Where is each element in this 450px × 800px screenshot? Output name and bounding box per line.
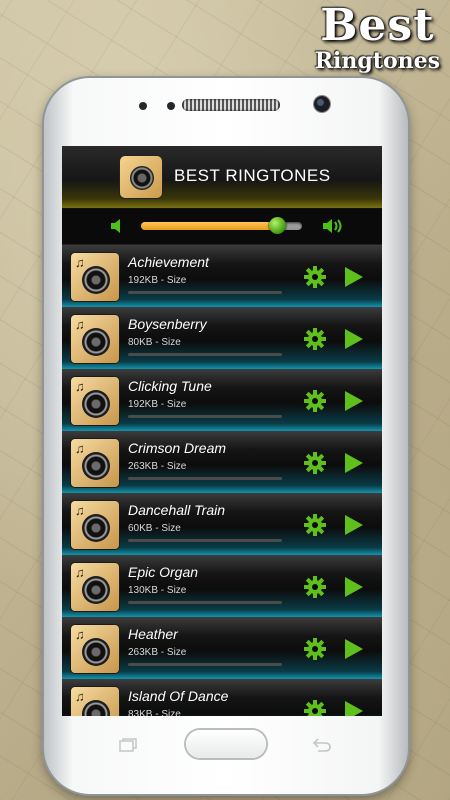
ringtone-name: Island Of Dance xyxy=(128,688,229,704)
ringtone-list-item[interactable]: ♫ Heather 263KB - Size xyxy=(62,617,382,679)
app-screen: BEST RINGTONES ♫ Achievement 192KB - Siz… xyxy=(62,146,382,716)
speaker-icon xyxy=(82,266,110,294)
brand-title: Best xyxy=(320,0,435,51)
speaker-icon xyxy=(82,514,110,542)
ringtone-size: 60KB - Size xyxy=(128,523,181,534)
ringtone-progress-bar xyxy=(128,539,282,542)
ringtone-name: Crimson Dream xyxy=(128,440,227,456)
ringtone-artwork: ♫ xyxy=(71,563,119,611)
ringtone-progress-bar xyxy=(128,477,282,480)
gear-icon[interactable] xyxy=(303,327,327,351)
gear-icon[interactable] xyxy=(303,637,327,661)
play-icon[interactable] xyxy=(343,637,365,661)
volume-slider-fill xyxy=(141,222,278,230)
ringtone-list-item[interactable]: ♫ Island Of Dance 83KB - Size xyxy=(62,679,382,716)
play-icon[interactable] xyxy=(343,389,365,413)
sensor-dot xyxy=(139,102,147,110)
ringtone-size: 263KB - Size xyxy=(128,461,187,472)
volume-low-icon[interactable] xyxy=(110,218,128,234)
ringtone-list-item[interactable]: ♫ Achievement 192KB - Size xyxy=(62,245,382,307)
play-icon[interactable] xyxy=(343,327,365,351)
ringtone-artwork: ♫ xyxy=(71,687,119,716)
ringtone-name: Heather xyxy=(128,626,178,642)
ringtone-list-item[interactable]: ♫ Dancehall Train 60KB - Size xyxy=(62,493,382,555)
ringtone-progress-bar xyxy=(128,415,282,418)
ringtone-artwork: ♫ xyxy=(71,315,119,363)
volume-high-icon[interactable] xyxy=(322,218,344,234)
speaker-icon xyxy=(82,576,110,604)
play-icon[interactable] xyxy=(343,699,365,716)
sensor-dot xyxy=(167,102,175,110)
music-note-icon: ♫ xyxy=(75,689,85,704)
music-note-icon: ♫ xyxy=(75,565,85,580)
ringtone-size: 192KB - Size xyxy=(128,275,187,286)
ringtone-list: ♫ Achievement 192KB - Size ♫ Boysenberry… xyxy=(62,245,382,716)
gear-icon[interactable] xyxy=(303,389,327,413)
ringtone-list-item[interactable]: ♫ Boysenberry 80KB - Size xyxy=(62,307,382,369)
ringtone-artwork: ♫ xyxy=(71,439,119,487)
speaker-icon xyxy=(130,166,154,190)
play-icon[interactable] xyxy=(343,265,365,289)
speaker-icon xyxy=(82,452,110,480)
ringtone-size: 192KB - Size xyxy=(128,399,187,410)
gear-icon[interactable] xyxy=(303,513,327,537)
volume-slider-thumb[interactable] xyxy=(269,217,287,234)
ringtone-list-item[interactable]: ♫ Epic Organ 130KB - Size xyxy=(62,555,382,617)
music-note-icon: ♫ xyxy=(75,627,85,642)
speaker-icon xyxy=(82,700,110,716)
ringtone-progress-bar xyxy=(128,601,282,604)
recent-apps-icon[interactable] xyxy=(119,738,137,752)
ringtone-progress-bar xyxy=(128,291,282,294)
home-button[interactable] xyxy=(186,730,266,758)
music-note-icon: ♫ xyxy=(75,317,85,332)
ringtone-name: Dancehall Train xyxy=(128,502,226,518)
ringtone-list-item[interactable]: ♫ Clicking Tune 192KB - Size xyxy=(62,369,382,431)
ringtone-artwork: ♫ xyxy=(71,625,119,673)
ringtone-progress-bar xyxy=(128,353,282,356)
app-icon xyxy=(120,156,162,198)
ringtone-name: Boysenberry xyxy=(128,316,207,332)
earpiece-speaker xyxy=(182,99,280,111)
speaker-icon xyxy=(82,390,110,418)
play-icon[interactable] xyxy=(343,575,365,599)
ringtone-name: Achievement xyxy=(128,254,209,270)
brand-subtitle: Ringtones xyxy=(314,48,440,74)
front-camera xyxy=(314,96,330,112)
ringtone-size: 130KB - Size xyxy=(128,585,187,596)
music-note-icon: ♫ xyxy=(75,503,85,518)
ringtone-list-item[interactable]: ♫ Crimson Dream 263KB - Size xyxy=(62,431,382,493)
ringtone-artwork: ♫ xyxy=(71,377,119,425)
play-icon[interactable] xyxy=(343,451,365,475)
gear-icon[interactable] xyxy=(303,575,327,599)
speaker-icon xyxy=(82,328,110,356)
music-note-icon: ♫ xyxy=(75,255,85,270)
ringtone-name: Epic Organ xyxy=(128,564,199,580)
phone-frame: BEST RINGTONES ♫ Achievement 192KB - Siz… xyxy=(44,78,408,794)
back-icon[interactable] xyxy=(312,737,332,753)
music-note-icon: ♫ xyxy=(75,441,85,456)
ringtone-artwork: ♫ xyxy=(71,501,119,549)
ringtone-progress-bar xyxy=(128,663,282,666)
ringtone-name: Clicking Tune xyxy=(128,378,212,394)
gear-icon[interactable] xyxy=(303,265,327,289)
page-title: BEST RINGTONES xyxy=(174,166,331,185)
volume-control xyxy=(62,209,382,245)
play-icon[interactable] xyxy=(343,513,365,537)
ringtone-size: 83KB - Size xyxy=(128,709,181,716)
gear-icon[interactable] xyxy=(303,699,327,716)
gear-icon[interactable] xyxy=(303,451,327,475)
ringtone-size: 263KB - Size xyxy=(128,647,187,658)
ringtone-size: 80KB - Size xyxy=(128,337,181,348)
music-note-icon: ♫ xyxy=(75,379,85,394)
app-brand-logo: Best Ringtones xyxy=(314,0,440,74)
app-header: BEST RINGTONES xyxy=(62,146,382,209)
ringtone-artwork: ♫ xyxy=(71,253,119,301)
speaker-icon xyxy=(82,638,110,666)
